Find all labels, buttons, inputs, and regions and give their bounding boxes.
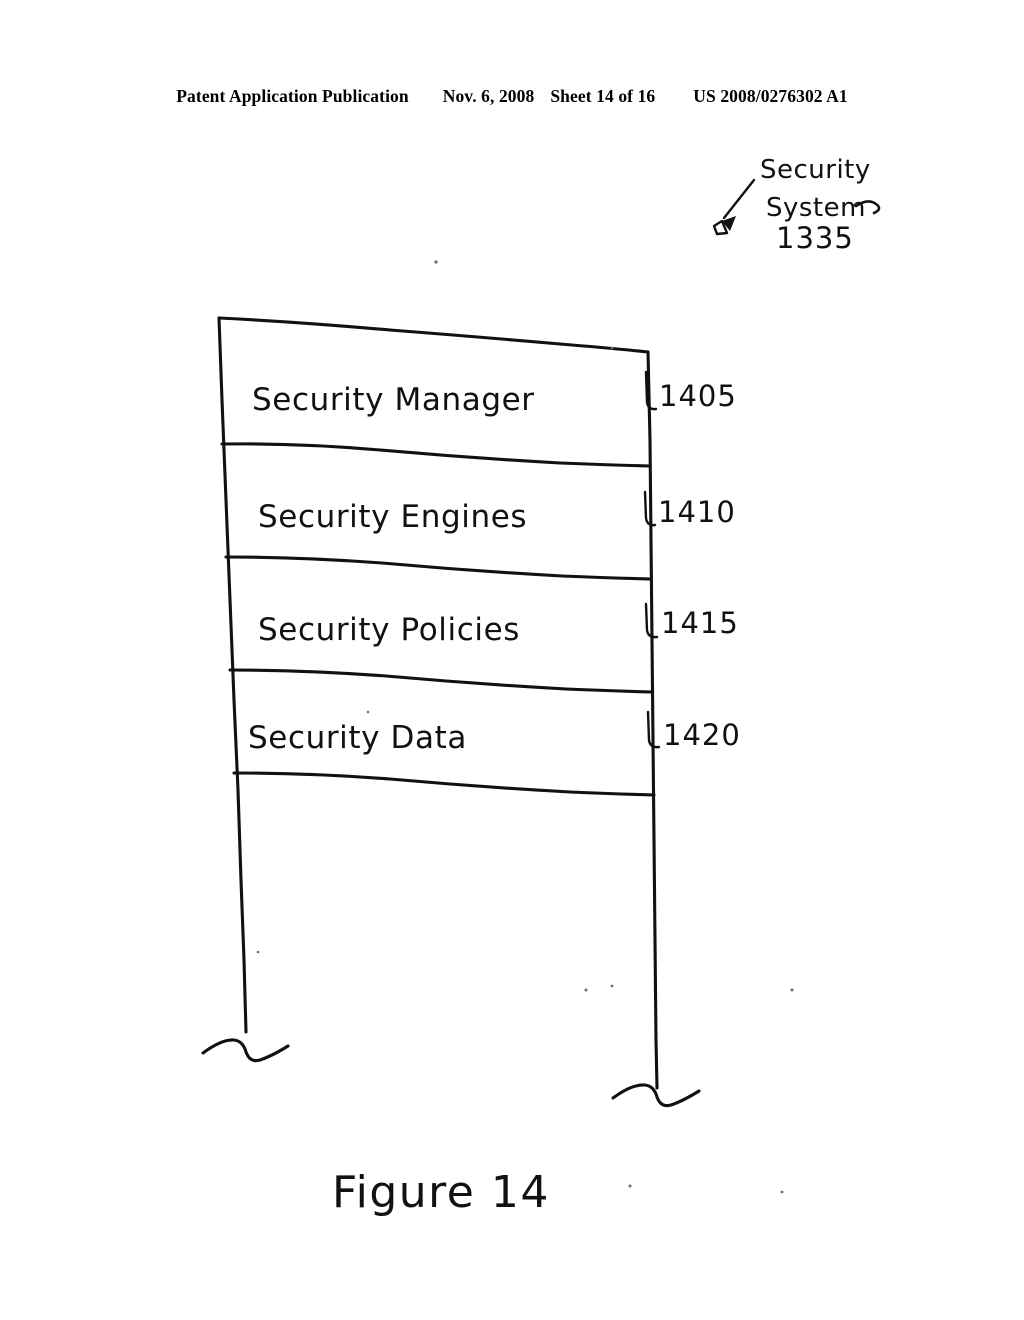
leader-arrow-icon (712, 178, 756, 236)
figure-drawing: Security System 1335 Security Manager Se… (0, 0, 1024, 1320)
callout-line-1: Security (760, 155, 871, 185)
reference-number-1420: 1420 (663, 718, 741, 752)
reference-number-1405: 1405 (659, 379, 737, 413)
box-outline (217, 316, 659, 1090)
callout-reference-number: 1335 (776, 221, 854, 255)
figure-caption: Figure 14 (332, 1167, 550, 1218)
callout-line-2: System (766, 193, 866, 223)
row-label-security-data: Security Data (248, 720, 467, 756)
left-break-squiggle (201, 1038, 290, 1063)
reference-number-1410: 1410 (658, 495, 736, 529)
row-label-security-policies: Security Policies (258, 612, 520, 648)
row-label-security-manager: Security Manager (252, 382, 535, 418)
row-label-security-engines: Security Engines (258, 499, 527, 535)
reference-number-1415: 1415 (661, 606, 739, 640)
